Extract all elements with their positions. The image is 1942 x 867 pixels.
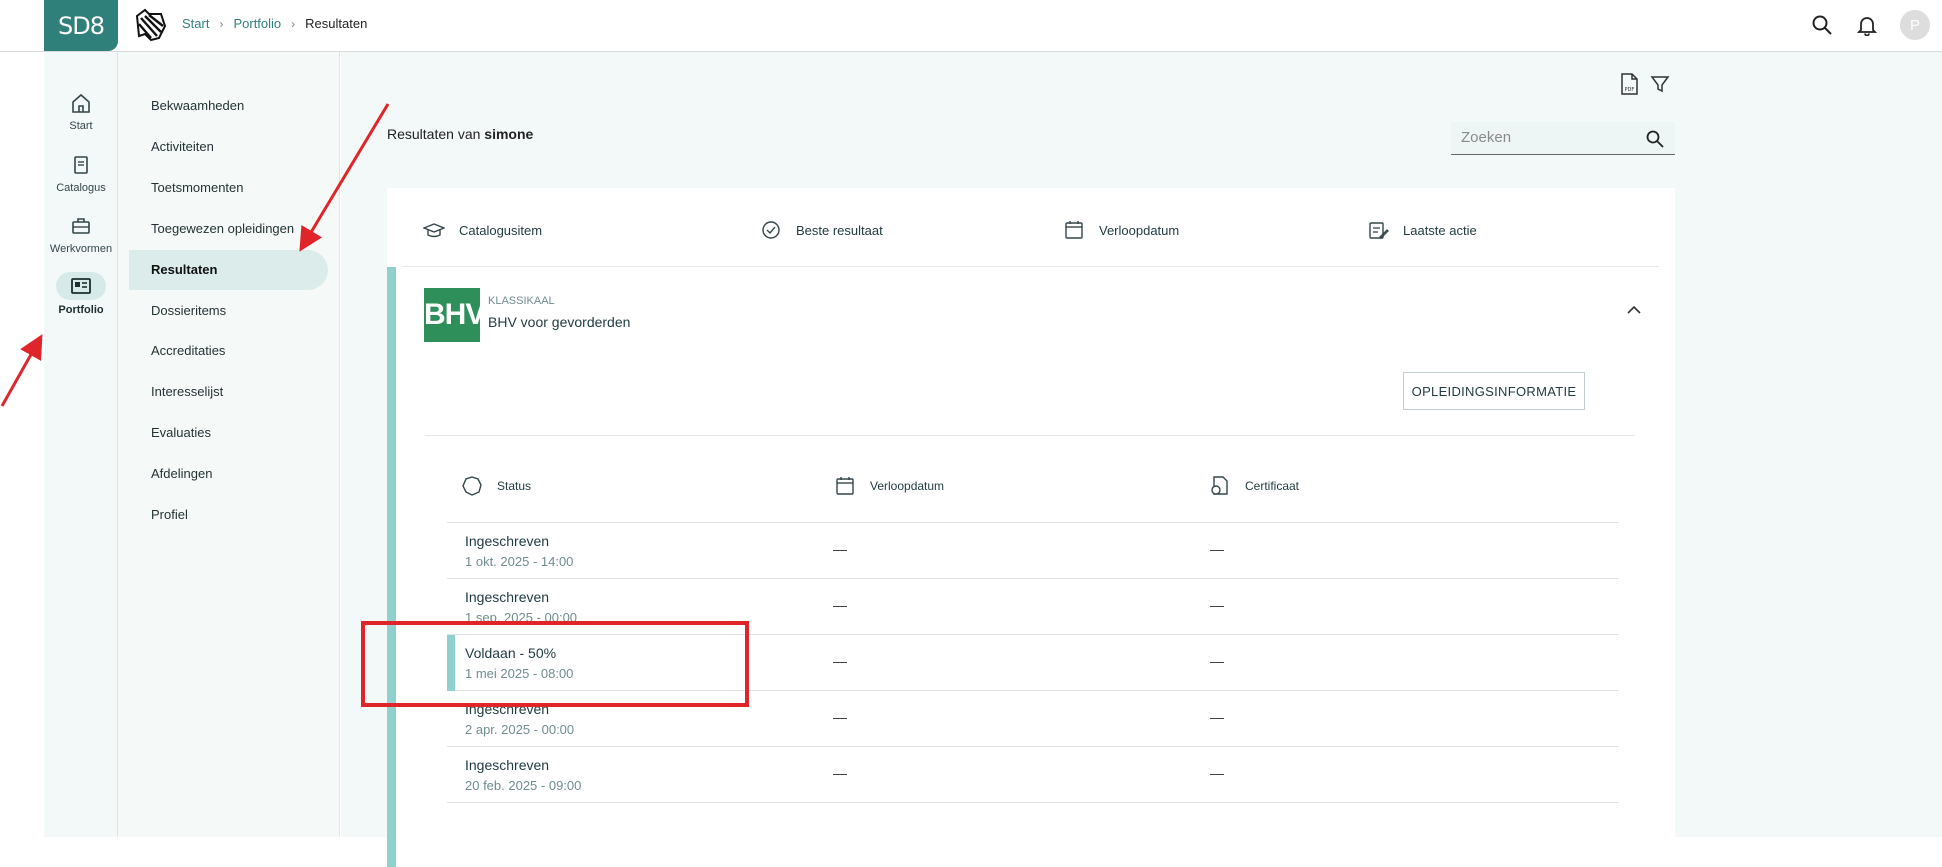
annotation-arrow-resultaten (299, 103, 390, 252)
annotation-arrows (0, 103, 390, 407)
annotation-arrow-portfolio (0, 334, 43, 407)
